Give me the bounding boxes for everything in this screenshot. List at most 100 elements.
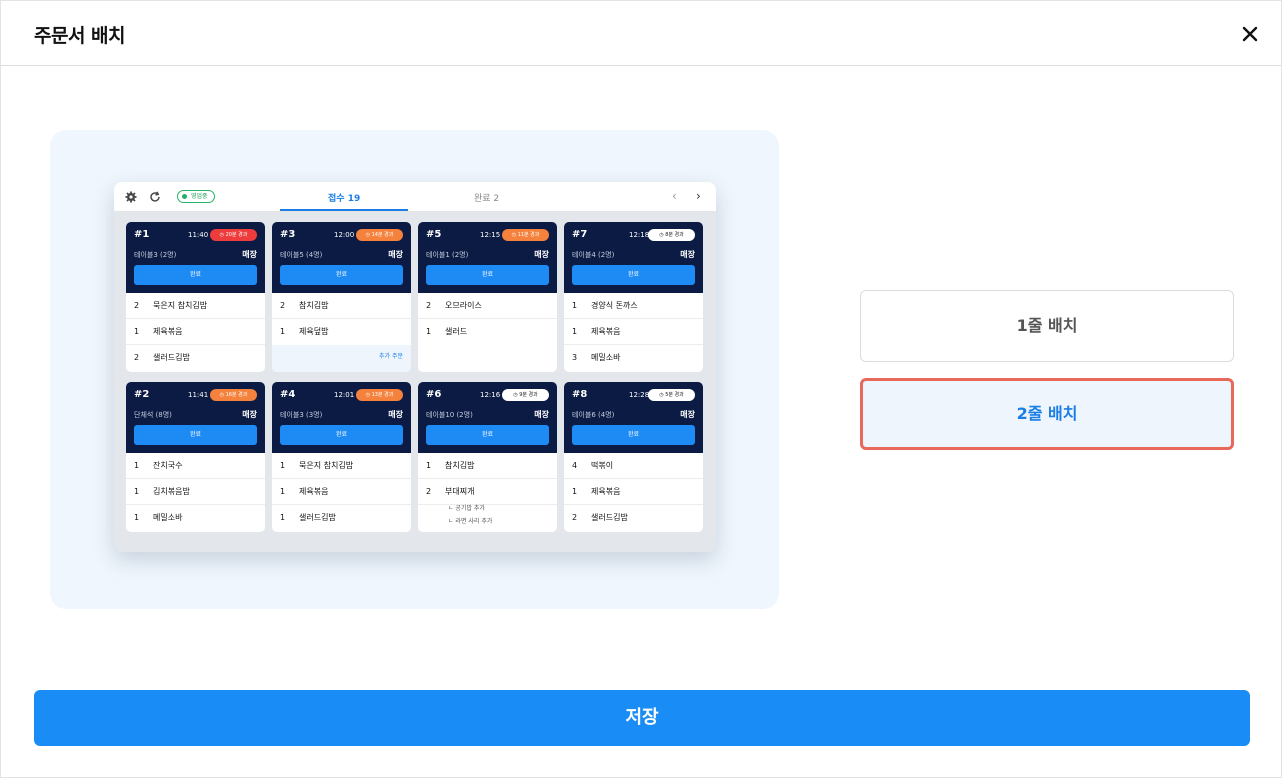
order-ticket: #3 12:00 ◷ 14분 경과 테이블5 (4명) 매장 완료 2 참치김밥 1 제육덮밥 추가… bbox=[272, 222, 411, 372]
item-name: 제육볶음 bbox=[591, 327, 621, 336]
item-qty: 3 bbox=[572, 353, 578, 362]
item-name: 떡볶이 bbox=[591, 461, 614, 470]
order-item: 1 경양식 돈까스 bbox=[564, 293, 703, 319]
order-ticket: #2 11:41 ◷ 16분 경과 단체석 (8명) 매장 완료 1 잔치국수 1 김치볶음밥 1 메… bbox=[126, 382, 265, 532]
ticket-table: 테이블6 (4명) bbox=[572, 411, 615, 419]
ticket-time: 12:16 bbox=[480, 391, 501, 399]
order-item: 1 묵은지 참치김밥 bbox=[272, 453, 411, 479]
order-item: 1 제육볶음 bbox=[126, 319, 265, 345]
order-ticket: #5 12:15 ◷ 11분 경과 테이블1 (2명) 매장 완료 2 오므라이스 1 샐러드 bbox=[418, 222, 557, 372]
item-name: 샐러드김밥 bbox=[591, 513, 628, 522]
item-qty: 2 bbox=[426, 487, 432, 496]
ticket-header: #2 11:41 ◷ 16분 경과 단체석 (8명) 매장 완료 bbox=[126, 382, 265, 453]
elapsed-badge: ◷ 13분 경과 bbox=[356, 389, 403, 401]
complete-button: 완료 bbox=[426, 265, 549, 285]
ticket-type: 매장 bbox=[388, 250, 403, 259]
elapsed-text: 9분 경과 bbox=[519, 392, 538, 398]
ticket-number: #6 bbox=[426, 389, 442, 400]
item-qty: 2 bbox=[134, 301, 140, 310]
complete-button: 완료 bbox=[426, 425, 549, 445]
item-name: 김치볶음밥 bbox=[153, 487, 190, 496]
ticket-type: 매장 bbox=[534, 250, 549, 259]
order-item: 4 떡볶이 bbox=[564, 453, 703, 479]
item-qty: 1 bbox=[280, 461, 286, 470]
ticket-time: 12:15 bbox=[480, 231, 501, 239]
elapsed-text: 16분 경과 bbox=[225, 392, 248, 398]
order-item: 1 메밀소바 bbox=[126, 505, 265, 531]
layout-preview: 영업중 접수 19 완료 2 ‹ › #1 11:40 ◷ 20분 경과 테이블3 (… bbox=[50, 130, 779, 609]
ticket-time: 12:00 bbox=[334, 231, 355, 239]
extra-order-link: 추가 주문 bbox=[379, 353, 403, 360]
item-qty: 1 bbox=[572, 301, 578, 310]
order-item: 2 묵은지 참치김밥 bbox=[126, 293, 265, 319]
item-option: ㄴ 라면 사리 추가 bbox=[448, 518, 493, 525]
ticket-time: 12:28 bbox=[629, 391, 650, 399]
order-ticket: #7 12:18 ◷ 8분 경과 테이블4 (2명) 매장 완료 1 경양식 돈까스 1 제육볶음… bbox=[564, 222, 703, 372]
item-name: 참치김밥 bbox=[445, 461, 475, 470]
item-name: 제육볶음 bbox=[153, 327, 183, 336]
item-qty: 1 bbox=[134, 513, 140, 522]
status-badge: 영업중 bbox=[177, 190, 215, 203]
modal-title: 주문서 배치 bbox=[34, 25, 126, 47]
complete-button: 완료 bbox=[572, 265, 695, 285]
ticket-time: 11:40 bbox=[188, 231, 209, 239]
preview-device: 영업중 접수 19 완료 2 ‹ › #1 11:40 ◷ 20분 경과 테이블3 (… bbox=[114, 182, 716, 552]
modal-header: 주문서 배치 bbox=[1, 1, 1281, 66]
order-ticket: #1 11:40 ◷ 20분 경과 테이블3 (2명) 매장 완료 2 묵은지 참치김밥 1 제육… bbox=[126, 222, 265, 372]
order-item: 1 샐러드 bbox=[418, 319, 557, 345]
tab-underline bbox=[280, 209, 408, 211]
elapsed-badge: ◷ 20분 경과 bbox=[210, 229, 257, 241]
item-name: 샐러드김밥 bbox=[153, 353, 190, 362]
ticket-type: 매장 bbox=[242, 410, 257, 419]
ticket-header: #6 12:16 ◷ 9분 경과 테이블10 (2명) 매장 완료 bbox=[418, 382, 557, 453]
ticket-table: 테이블4 (2명) bbox=[572, 251, 615, 259]
option-two-rows[interactable]: 2줄 배치 bbox=[860, 378, 1234, 450]
ticket-header: #3 12:00 ◷ 14분 경과 테이블5 (4명) 매장 완료 bbox=[272, 222, 411, 293]
order-ticket: #8 12:28 ◷ 5분 경과 테이블6 (4명) 매장 완료 4 떡볶이 1 제육볶음 2 샐러드… bbox=[564, 382, 703, 532]
complete-button: 완료 bbox=[134, 425, 257, 445]
elapsed-badge: ◷ 16분 경과 bbox=[210, 389, 257, 401]
item-name: 제육볶음 bbox=[299, 487, 329, 496]
complete-button: 완료 bbox=[134, 265, 257, 285]
item-qty: 1 bbox=[572, 487, 578, 496]
item-qty: 1 bbox=[280, 513, 286, 522]
ticket-number: #4 bbox=[280, 389, 296, 400]
item-qty: 1 bbox=[280, 327, 286, 336]
order-item: 1 김치볶음밥 bbox=[126, 479, 265, 505]
layout-modal: 주문서 배치 영업중 접수 19 완료 2 ‹ › #1 11:40 ◷ 20분… bbox=[0, 0, 1282, 778]
order-item: 1 참치김밥 bbox=[418, 453, 557, 479]
ticket-number: #3 bbox=[280, 229, 296, 240]
save-button[interactable]: 저장 bbox=[34, 690, 1250, 746]
ticket-header: #4 12:01 ◷ 13분 경과 테이블3 (3명) 매장 완료 bbox=[272, 382, 411, 453]
item-name: 잔치국수 bbox=[153, 461, 183, 470]
item-qty: 1 bbox=[134, 487, 140, 496]
ticket-type: 매장 bbox=[534, 410, 549, 419]
ticket-number: #2 bbox=[134, 389, 150, 400]
ticket-number: #1 bbox=[134, 229, 150, 240]
item-name: 부대찌개 bbox=[445, 487, 475, 496]
close-icon[interactable] bbox=[1238, 22, 1262, 46]
order-item: 1 제육볶음 bbox=[564, 319, 703, 345]
order-item: 1 샐러드김밥 bbox=[272, 505, 411, 531]
ticket-type: 매장 bbox=[680, 410, 695, 419]
item-name: 샐러드 bbox=[445, 327, 468, 336]
elapsed-badge: ◷ 9분 경과 bbox=[502, 389, 549, 401]
order-ticket: #6 12:16 ◷ 9분 경과 테이블10 (2명) 매장 완료 1 참치김밥 2 부대찌개 ㄴ … bbox=[418, 382, 557, 532]
item-name: 묵은지 참치김밥 bbox=[153, 301, 208, 310]
item-qty: 2 bbox=[572, 513, 578, 522]
item-qty: 1 bbox=[134, 461, 140, 470]
elapsed-text: 5분 경과 bbox=[665, 392, 684, 398]
complete-button: 완료 bbox=[280, 265, 403, 285]
elapsed-badge: ◷ 14분 경과 bbox=[356, 229, 403, 241]
order-item: 1 잔치국수 bbox=[126, 453, 265, 479]
extra-order-row: 추가 주문 bbox=[272, 345, 411, 372]
elapsed-text: 8분 경과 bbox=[665, 232, 684, 238]
chevron-right-icon: › bbox=[696, 189, 701, 203]
item-qty: 1 bbox=[134, 327, 140, 336]
order-item: 1 제육덮밥 bbox=[272, 319, 411, 345]
option-one-row[interactable]: 1줄 배치 bbox=[860, 290, 1234, 362]
order-item: 2 오므라이스 bbox=[418, 293, 557, 319]
item-qty: 2 bbox=[426, 301, 432, 310]
ticket-time: 12:18 bbox=[629, 231, 650, 239]
ticket-table: 테이블3 (3명) bbox=[280, 411, 323, 419]
